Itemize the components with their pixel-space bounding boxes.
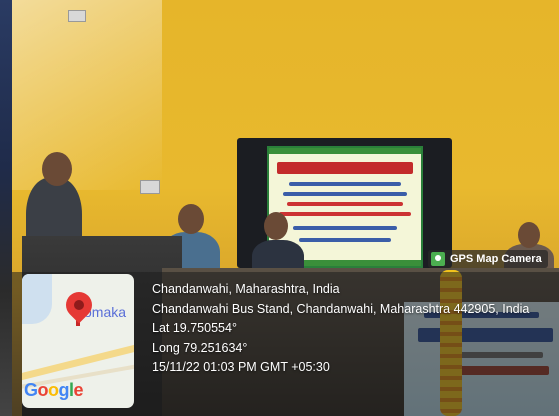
slide-title-block: [277, 162, 413, 174]
gps-badge-label: GPS Map Camera: [450, 253, 542, 265]
map-water-area: [22, 274, 52, 324]
seated-guest-head: [518, 222, 540, 248]
speaker-head: [42, 152, 72, 186]
location-address: Chandanwahi Bus Stand, Chandanwahi, Maha…: [152, 301, 530, 316]
wall-switchboard: [68, 10, 86, 22]
geotagged-photo: GPS Map Camera omaka Google Chandanwahi,…: [0, 0, 559, 416]
wall-socket: [140, 180, 160, 194]
gps-map-camera-badge: GPS Map Camera: [428, 250, 548, 268]
slide-top-band: [269, 148, 421, 154]
seated-guest-head: [264, 212, 288, 240]
location-details: Chandanwahi, Maharashtra, India Chandanw…: [152, 280, 552, 378]
seated-guest-head: [178, 204, 204, 234]
slide-text-line: [299, 238, 391, 242]
window-light: [12, 0, 162, 190]
latitude: Lat 19.750554°: [152, 321, 237, 335]
slide-text-line: [279, 212, 411, 216]
slide-text-line: [293, 226, 397, 230]
slide-text-line: [287, 202, 403, 206]
longitude: Long 79.251634°: [152, 340, 248, 355]
timestamp: 15/11/22 01:03 PM GMT +05:30: [152, 360, 330, 374]
slide-text-line: [283, 192, 407, 196]
location-title: Chandanwahi, Maharashtra, India: [152, 282, 340, 296]
google-logo: Google: [24, 380, 84, 400]
slide-text-line: [289, 182, 401, 186]
adjacent-photo-strip: [0, 0, 12, 416]
gps-map-camera-icon: [431, 252, 445, 266]
map-thumbnail: omaka Google: [22, 274, 134, 408]
